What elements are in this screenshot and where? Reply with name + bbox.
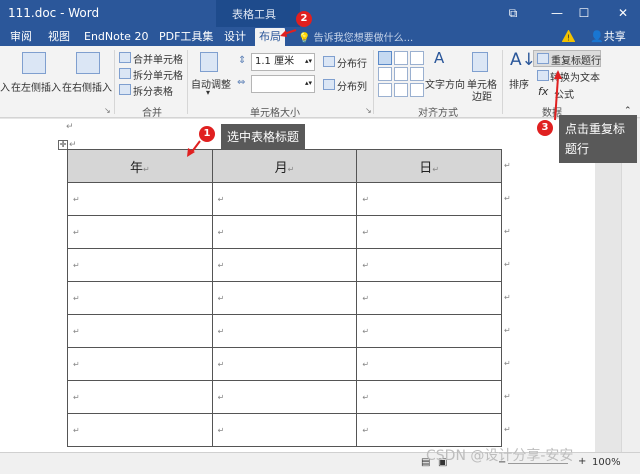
step-badge-1: 1 [199,126,215,142]
arrow-3-head [554,70,562,79]
annotation-arrows [187,29,562,157]
arrow-2-head [280,30,287,37]
zoom-in-icon[interactable]: + [578,456,586,467]
callout-click-repeat-header: 点击重复标题行 [559,115,637,163]
arrow-3-line [554,76,559,121]
step-badge-2: 2 [296,11,312,27]
watermark-text: CSDN @设计分享-安安 [426,448,574,464]
zoom-level[interactable]: 100% [592,457,621,468]
step-badge-3: 3 [537,120,553,136]
callout-select-header: 选中表格标题 [221,124,306,150]
